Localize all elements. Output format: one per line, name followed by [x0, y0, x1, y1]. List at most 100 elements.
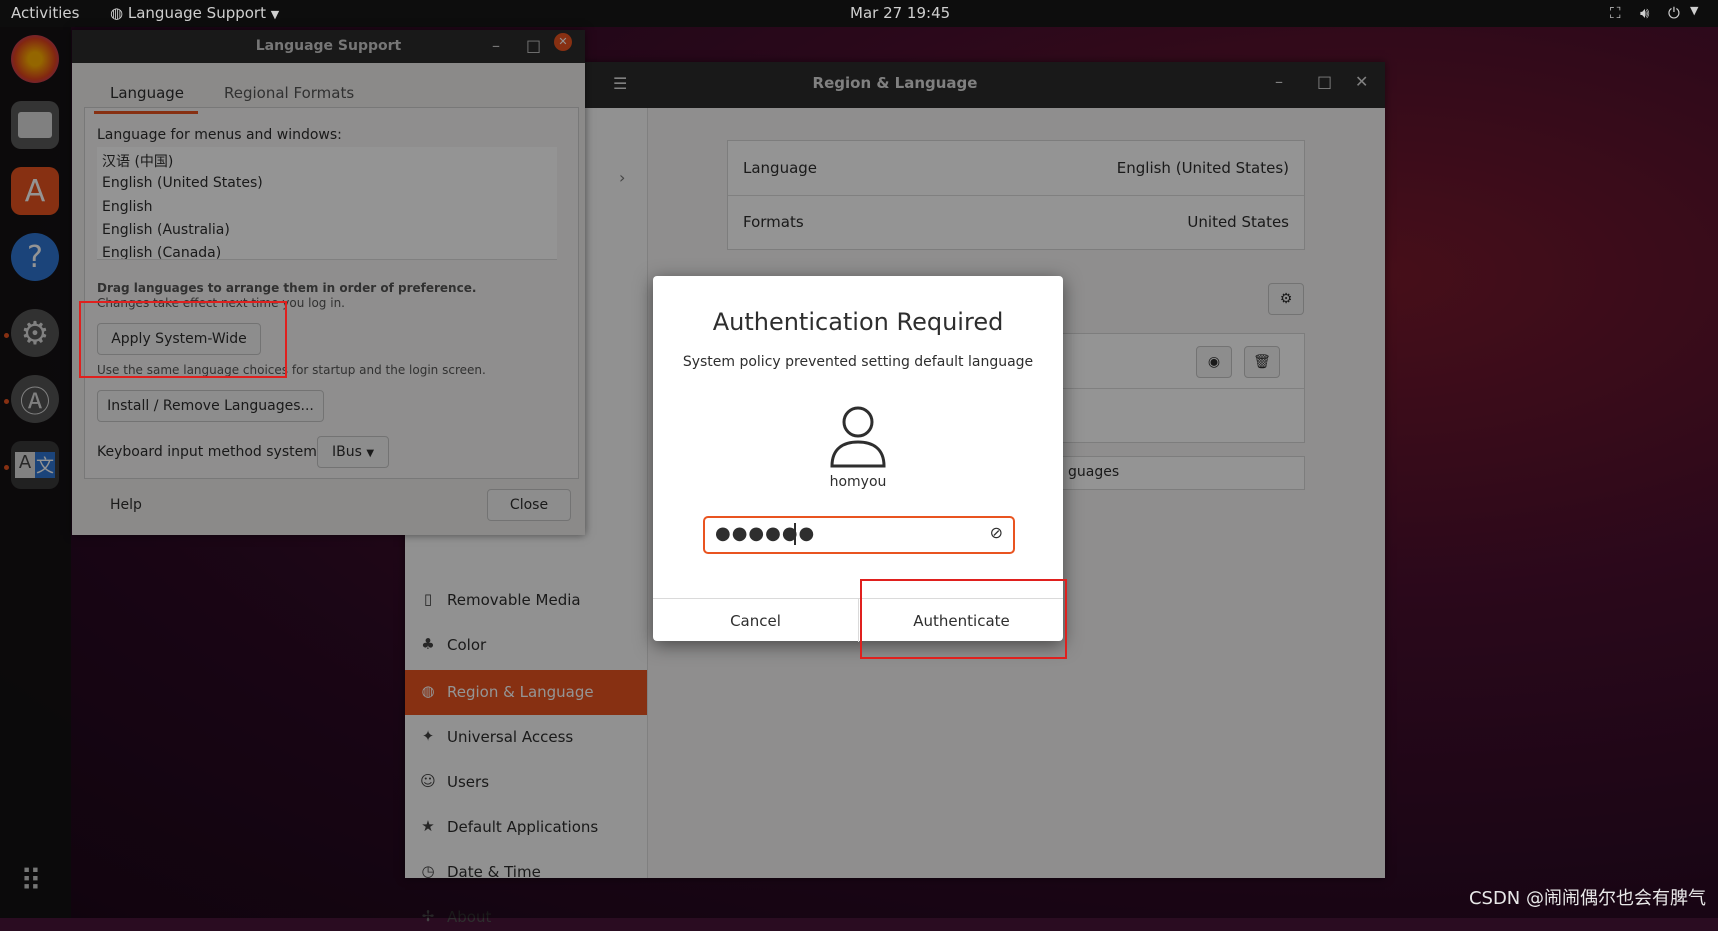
firefox-icon[interactable]	[11, 35, 59, 83]
tab-underline	[94, 111, 198, 114]
sidebar-item-label: Region & Language	[447, 683, 594, 701]
sidebar-item-color[interactable]: ♣ Color	[405, 623, 647, 668]
help-icon[interactable]: ?	[11, 233, 59, 281]
activities-button[interactable]: Activities	[11, 4, 79, 22]
auth-title: Authentication Required	[712, 308, 1004, 336]
apply-hint: Use the same language choices for startu…	[97, 363, 486, 377]
language-row[interactable]: Language English (United States)	[728, 141, 1304, 195]
close-icon[interactable]: ✕	[554, 33, 572, 51]
text-cursor	[794, 523, 796, 545]
watermark: CSDN @闹闹偶尔也会有脾气	[1468, 888, 1706, 909]
list-item[interactable]: English (United States)	[102, 175, 263, 191]
sidebar-item-default-applications[interactable]: ★ Default Applications	[405, 805, 647, 850]
chevron-right-icon[interactable]: ›	[619, 168, 625, 187]
system-menu-caret-icon[interactable]: ▼	[1690, 4, 1698, 17]
gear-button[interactable]: ⚙	[1268, 283, 1304, 315]
running-indicator	[4, 465, 9, 470]
auth-dialog-footer: Cancel Authenticate	[653, 598, 1063, 642]
cancel-button[interactable]: Cancel	[653, 599, 858, 642]
close-button[interactable]: Close	[487, 489, 571, 521]
minimize-icon[interactable]: –	[492, 36, 500, 55]
sidebar-item-label: Default Applications	[447, 818, 599, 836]
menus-label: Language for menus and windows:	[97, 127, 342, 143]
keyboard-input-label: Keyboard input method system:	[97, 444, 322, 460]
keyboard-input-select[interactable]: IBus ▼	[317, 436, 389, 468]
minimize-icon[interactable]: –	[1275, 72, 1283, 91]
app-menu[interactable]: ◍ Language Support ▼	[110, 4, 279, 22]
clock[interactable]: Mar 27 19:45	[850, 4, 950, 22]
close-icon[interactable]: ✕	[1355, 72, 1368, 91]
star-icon: ★	[421, 817, 435, 835]
row-value: United States	[1187, 213, 1289, 231]
volume-icon[interactable]: 🔊︎	[1640, 4, 1649, 22]
apply-system-wide-button[interactable]: Apply System-Wide	[97, 323, 261, 355]
universal-access-icon: ✦	[421, 727, 435, 745]
keyboard-input-value: IBus	[331, 444, 362, 460]
sidebar-item-about[interactable]: ✢ About	[405, 895, 647, 931]
maximize-icon[interactable]: □	[1317, 72, 1332, 91]
auth-message: System policy prevented setting default …	[682, 354, 1034, 370]
caret-down-icon: ▼	[270, 8, 280, 21]
drag-hint: Drag languages to arrange them in order …	[97, 281, 477, 295]
sidebar-item-region-language[interactable]: ◍ Region & Language	[405, 670, 647, 715]
maximize-icon[interactable]: □	[526, 36, 541, 55]
trash-icon: 🗑︎	[1253, 354, 1271, 370]
preview-button[interactable]: ◉	[1196, 346, 1232, 378]
sidebar-item-label: Color	[447, 636, 487, 654]
top-bar: Activities ◍ Language Support ▼ Mar 27 1…	[0, 0, 1718, 27]
remove-button[interactable]: 🗑︎	[1244, 346, 1280, 378]
sidebar-item-removable-media[interactable]: ▯ Removable Media	[405, 578, 647, 623]
sidebar-item-universal-access[interactable]: ✦ Universal Access	[405, 715, 647, 760]
running-indicator	[4, 399, 9, 404]
gear-icon: ⚙	[1279, 291, 1293, 307]
files-icon[interactable]	[11, 101, 59, 149]
about-icon: ✢	[421, 907, 435, 925]
hide-password-icon[interactable]: ⊘	[990, 523, 1003, 542]
language-icon[interactable]: A文	[11, 441, 59, 489]
language-list[interactable]: 汉语 (中国) English (United States) English …	[97, 147, 557, 260]
language-window-titlebar: Language Support – □ ✕	[72, 30, 585, 63]
drag-hint-secondary: Changes take effect next time you log in…	[97, 296, 345, 310]
formats-row[interactable]: Formats United States	[728, 195, 1304, 249]
password-mask: ●●●●●●	[715, 523, 816, 544]
settings-icon[interactable]: ⚙	[11, 309, 59, 357]
color-icon: ♣	[421, 635, 435, 653]
user-avatar-icon	[830, 406, 886, 468]
manage-languages-label: guages	[1068, 464, 1120, 480]
password-input[interactable]: ●●●●●● ⊘	[703, 516, 1015, 554]
dock: A ? ⚙ Ⓐ A文 ⠿	[0, 27, 71, 918]
list-item[interactable]: 汉语 (中国)	[102, 151, 173, 171]
software-icon[interactable]: A	[11, 167, 59, 215]
language-formats-box: Language English (United States) Formats…	[727, 140, 1305, 250]
authenticate-button[interactable]: Authenticate	[859, 599, 1064, 642]
updater-icon[interactable]: Ⓐ	[11, 375, 59, 423]
auth-username: homyou	[829, 474, 887, 490]
sidebar-item-label: Users	[447, 773, 490, 791]
globe-icon: ◍	[110, 4, 124, 22]
power-icon[interactable]: ⏻	[1668, 4, 1680, 22]
sidebar-item-label: About	[447, 908, 492, 926]
tab-language[interactable]: Language	[110, 84, 184, 102]
row-value: English (United States)	[1116, 159, 1289, 177]
apps-grid-icon[interactable]: ⠿	[20, 867, 52, 899]
authentication-dialog: Authentication Required System policy pr…	[653, 276, 1063, 642]
list-item[interactable]: English (Australia)	[102, 222, 230, 238]
language-window-title: Language Support	[255, 38, 402, 54]
running-indicator	[4, 333, 9, 338]
sidebar-item-date-time[interactable]: ◷ Date & Time	[405, 850, 647, 895]
install-remove-languages-button[interactable]: Install / Remove Languages...	[97, 390, 324, 422]
list-item[interactable]: English (Canada)	[102, 245, 221, 259]
row-key: Formats	[743, 213, 804, 231]
users-icon: ☺	[420, 772, 436, 790]
tab-regional-formats[interactable]: Regional Formats	[224, 84, 354, 102]
sidebar-item-label: Universal Access	[447, 728, 574, 746]
sidebar-item-users[interactable]: ☺ Users	[405, 760, 647, 805]
help-button[interactable]: Help	[110, 497, 142, 513]
language-support-window: Language Support – □ ✕ Language Regional…	[72, 30, 585, 535]
network-icon[interactable]: ⛶	[1610, 4, 1621, 22]
list-item[interactable]: English	[102, 199, 153, 215]
region-icon: ◍	[421, 682, 435, 700]
clock-icon: ◷	[421, 862, 435, 880]
caret-down-icon: ▼	[366, 448, 375, 459]
app-menu-label: Language Support	[127, 4, 266, 22]
